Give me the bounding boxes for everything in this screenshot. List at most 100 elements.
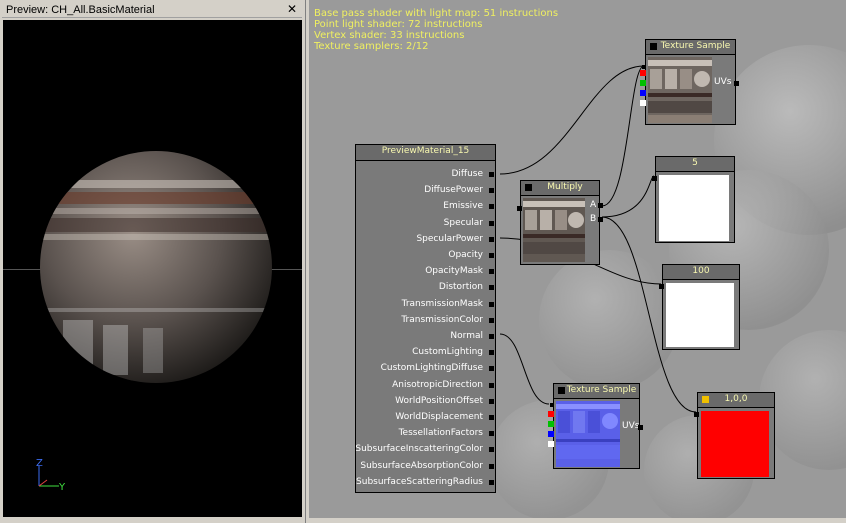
texture-sample-node-top[interactable]: Texture Sample UVs [640, 39, 739, 125]
constant-100-header[interactable]: 100 [663, 265, 739, 280]
material-graph-canvas[interactable]: Base pass shader with light map: 51 inst… [309, 0, 846, 518]
vector-output-pin[interactable] [694, 412, 699, 417]
blue-channel-pin[interactable] [640, 90, 646, 96]
texture-thumbnail-diffuse [648, 57, 712, 123]
alpha-channel-pin[interactable] [640, 100, 646, 106]
close-icon[interactable]: ✕ [285, 2, 299, 17]
red-channel-pin[interactable] [548, 411, 554, 417]
material-input-pin[interactable] [489, 269, 494, 275]
material-input-pin[interactable] [489, 350, 494, 356]
material-input-label: TransmissionColor [401, 314, 483, 325]
material-input-pin[interactable] [489, 236, 494, 242]
vector-node-header[interactable]: 1,0,0 [698, 393, 774, 408]
material-input-transmissionmask[interactable]: TransmissionMask [354, 298, 495, 312]
uvs-label-top: UVs [714, 77, 732, 87]
material-input-distortion[interactable]: Distortion [354, 281, 495, 295]
material-input-pin[interactable] [489, 301, 494, 307]
material-preview-panel: Preview: CH_All.BasicMaterial ✕ Z Y [0, 0, 306, 523]
material-input-pin[interactable] [489, 431, 494, 437]
texture-sample-bottom-header[interactable]: Texture Sample [554, 384, 639, 399]
material-input-pin[interactable] [489, 220, 494, 226]
uvs-input-pin-bottom[interactable] [638, 425, 643, 430]
material-input-label: SpecularPower [416, 233, 483, 244]
alpha-channel-pin[interactable] [548, 441, 554, 447]
material-input-pin[interactable] [489, 285, 494, 291]
material-input-pin[interactable] [489, 447, 494, 453]
red-channel-pin[interactable] [640, 70, 646, 76]
material-input-pin[interactable] [489, 334, 494, 339]
multiply-node[interactable]: Multiply A B [517, 180, 603, 265]
green-channel-pin[interactable] [548, 421, 554, 427]
material-input-worldpositionoffset[interactable]: WorldPositionOffset [354, 395, 495, 409]
constant-100-title: 100 [692, 266, 710, 276]
multiply-input-a-pin[interactable] [598, 203, 603, 208]
material-input-normal[interactable]: Normal [354, 330, 495, 344]
material-input-transmissioncolor[interactable]: TransmissionColor [354, 314, 495, 328]
material-input-anisotropicdirection[interactable]: AnisotropicDirection [354, 379, 495, 393]
material-input-pin[interactable] [489, 366, 494, 372]
material-input-pin[interactable] [489, 463, 494, 469]
material-input-label: SubsurfaceInscatteringColor [355, 444, 483, 455]
material-input-pin[interactable] [489, 317, 494, 323]
constant-5-header[interactable]: 5 [656, 157, 734, 172]
material-input-pin[interactable] [489, 204, 494, 210]
preview-viewport[interactable]: Z Y [3, 20, 302, 517]
material-input-pin[interactable] [489, 188, 494, 194]
material-output-node[interactable]: PreviewMaterial_15 Diffuse DiffusePower Em… [355, 144, 496, 493]
material-input-label: Diffuse [451, 169, 483, 179]
material-node-header[interactable]: PreviewMaterial_15 [356, 145, 495, 161]
material-input-diffusepower[interactable]: DiffusePower [354, 184, 495, 198]
uvs-input-pin-top[interactable] [734, 81, 739, 86]
constant-100-node[interactable]: 100 [659, 264, 740, 350]
material-input-subsurfacescatteringradius[interactable]: SubsurfaceScatteringRadius [354, 476, 495, 490]
blue-channel-pin[interactable] [548, 431, 554, 437]
multiply-node-header[interactable]: Multiply [521, 181, 599, 196]
vector-constant-node[interactable]: 1,0,0 [694, 392, 775, 479]
material-input-pin[interactable] [489, 479, 494, 485]
material-input-customlighting[interactable]: CustomLighting [354, 346, 495, 360]
rgb-output-pin[interactable] [642, 65, 646, 69]
material-node-title: PreviewMaterial_15 [381, 146, 470, 156]
material-input-label: SubsurfaceScatteringRadius [356, 476, 483, 487]
normal-rgb-output-pin[interactable] [550, 403, 554, 407]
material-input-subsurfaceabsorptioncolor[interactable]: SubsurfaceAbsorptionColor [354, 460, 495, 474]
material-input-worlddisplacement[interactable]: WorldDisplacement [354, 411, 495, 425]
texture-sample-node-bottom[interactable]: Texture Sample UVs [548, 383, 643, 469]
multiply-input-b-pin[interactable] [598, 217, 603, 222]
material-input-label: TessellationFactors [398, 428, 483, 439]
preview-titlebar: Preview: CH_All.BasicMaterial ✕ [2, 2, 302, 18]
material-input-opacity[interactable]: Opacity [354, 249, 495, 263]
material-input-emissive[interactable]: Emissive [354, 200, 495, 214]
material-input-pin[interactable] [489, 382, 494, 388]
material-input-label: OpacityMask [425, 266, 483, 277]
green-channel-pin[interactable] [640, 80, 646, 86]
multiply-input-b-label: B [590, 214, 597, 224]
material-input-label: WorldPositionOffset [395, 395, 483, 406]
constant-5-output-pin[interactable] [652, 176, 657, 181]
material-input-label: Specular [443, 217, 483, 228]
multiply-output-pin[interactable] [517, 206, 522, 211]
texture-sample-top-header[interactable]: Texture Sample [646, 40, 735, 55]
material-input-pin[interactable] [489, 253, 494, 258]
material-input-label: TransmissionMask [401, 298, 483, 309]
preview-title: Preview: CH_All.BasicMaterial [6, 4, 155, 16]
material-input-label: SubsurfaceAbsorptionColor [360, 460, 483, 471]
constant-100-output-pin[interactable] [659, 284, 664, 289]
material-input-diffuse[interactable]: Diffuse [354, 168, 495, 182]
multiply-thumbnail [523, 198, 585, 262]
material-input-label: Distortion [438, 282, 483, 293]
material-input-pin[interactable] [489, 398, 494, 404]
material-input-pin[interactable] [489, 415, 494, 420]
material-input-customlightingdiffuse[interactable]: CustomLightingDiffuse [354, 362, 495, 376]
material-input-opacitymask[interactable]: OpacityMask [354, 265, 495, 279]
material-input-specular[interactable]: Specular [354, 217, 495, 231]
material-input-pin[interactable] [489, 172, 494, 177]
vector-node-title: 1,0,0 [724, 394, 748, 404]
material-input-subsurfaceinscatteringcolor[interactable]: SubsurfaceInscatteringColor [354, 443, 495, 457]
material-input-label: CustomLighting [412, 347, 483, 358]
material-input-label: Normal [450, 331, 483, 341]
material-input-specularpower[interactable]: SpecularPower [354, 233, 495, 247]
preview-sphere [40, 151, 272, 383]
constant-5-node[interactable]: 5 [652, 156, 735, 243]
material-input-tessellationfactors[interactable]: TessellationFactors [354, 427, 495, 441]
